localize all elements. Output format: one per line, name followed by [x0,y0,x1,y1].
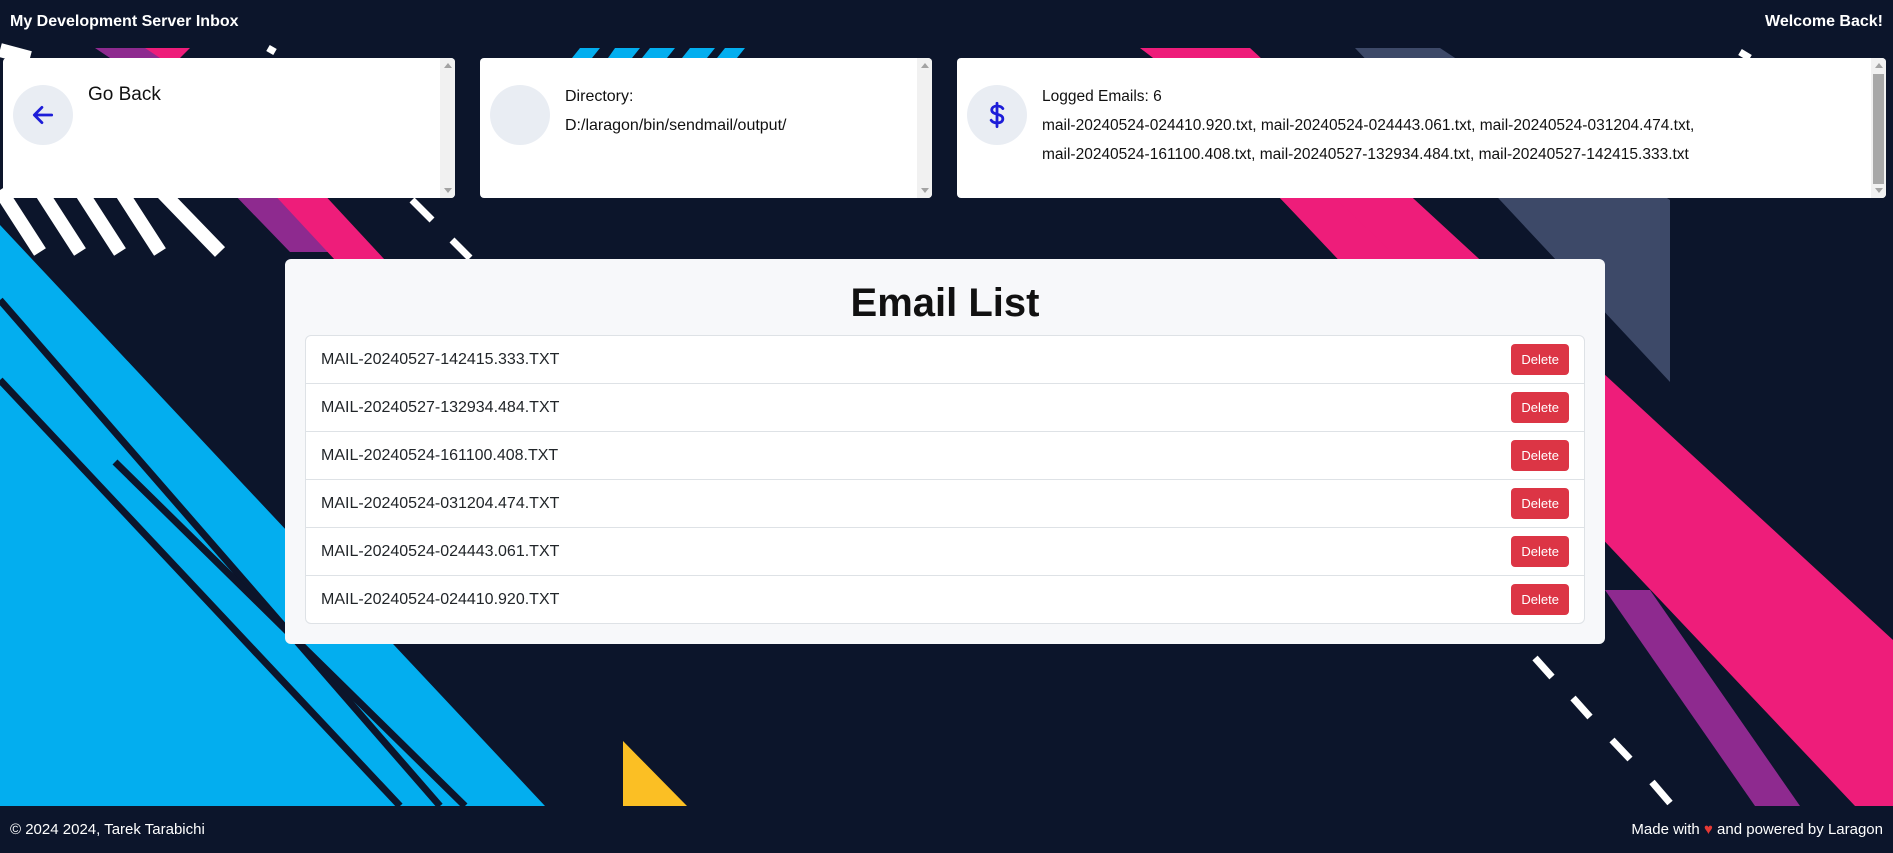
list-item[interactable]: MAIL-20240524-024410.920.TXT Delete [306,576,1584,623]
delete-button[interactable]: Delete [1511,440,1569,471]
directory-label: Directory: [565,88,634,105]
email-list-title: Email List [850,281,1040,325]
scroll-down-arrow-icon[interactable] [444,188,452,193]
list-item[interactable]: MAIL-20240524-024443.061.TXT Delete [306,528,1584,576]
card-scrollbar[interactable] [917,58,932,198]
logged-emails-files-line1: mail-20240524-024410.920.txt, mail-20240… [1042,117,1695,134]
directory-path: D:/laragon/bin/sendmail/output/ [565,117,787,134]
made-with-text: Made with [1631,821,1700,838]
email-filename[interactable]: MAIL-20240524-024410.920.TXT [321,591,559,609]
list-item[interactable]: MAIL-20240527-142415.333.TXT Delete [306,336,1584,384]
go-back-label[interactable]: Go Back [88,84,161,105]
email-list: MAIL-20240527-142415.333.TXT Delete MAIL… [305,335,1585,624]
directory-icon-circle [490,85,550,145]
email-filename[interactable]: MAIL-20240524-024443.061.TXT [321,543,559,561]
app-title: My Development Server Inbox [10,13,239,30]
list-item[interactable]: MAIL-20240524-031204.474.TXT Delete [306,480,1584,528]
email-filename[interactable]: MAIL-20240527-132934.484.TXT [321,399,559,417]
list-item[interactable]: MAIL-20240524-161100.408.TXT Delete [306,432,1584,480]
heart-icon: ♥ [1703,821,1713,838]
scroll-up-arrow-icon[interactable] [444,63,452,68]
footer: © 2024 2024, Tarek Tarabichi Made with ♥… [0,806,1893,853]
scroll-up-arrow-icon[interactable] [1875,63,1883,68]
delete-button[interactable]: Delete [1511,536,1569,567]
top-bar: My Development Server Inbox Welcome Back… [0,0,1893,44]
scrollbar-thumb[interactable] [1873,74,1884,184]
email-filename[interactable]: MAIL-20240524-031204.474.TXT [321,495,559,513]
logged-emails-card: Logged Emails: 6 mail-20240524-024410.92… [957,58,1886,198]
logged-emails-icon-circle [967,85,1027,145]
logged-emails-files-line2: mail-20240524-161100.408.txt, mail-20240… [1042,146,1689,163]
welcome-text: Welcome Back! [1765,13,1883,30]
delete-button[interactable]: Delete [1511,392,1569,423]
email-filename[interactable]: MAIL-20240524-161100.408.TXT [321,447,558,465]
delete-button[interactable]: Delete [1511,488,1569,519]
go-back-card[interactable]: Go Back [3,58,455,198]
credits: Made with ♥ and powered by Laragon [1631,821,1883,838]
email-filename[interactable]: MAIL-20240527-142415.333.TXT [321,351,559,369]
card-scrollbar[interactable] [440,58,455,198]
directory-card: Directory: D:/laragon/bin/sendmail/outpu… [480,58,932,198]
list-item[interactable]: MAIL-20240527-132934.484.TXT Delete [306,384,1584,432]
copyright-text: © 2024 2024, Tarek Tarabichi [10,821,205,838]
arrow-left-icon [32,106,54,124]
card-scrollbar[interactable] [1871,58,1886,198]
scroll-up-arrow-icon[interactable] [921,63,929,68]
go-back-icon-circle[interactable] [13,85,73,145]
delete-button[interactable]: Delete [1511,344,1569,375]
logged-emails-count: Logged Emails: 6 [1042,88,1162,105]
scroll-down-arrow-icon[interactable] [921,188,929,193]
delete-button[interactable]: Delete [1511,584,1569,615]
email-list-panel: Email List MAIL-20240527-142415.333.TXT … [285,259,1605,644]
powered-by-text: and powered by Laragon [1717,821,1883,838]
scroll-down-arrow-icon[interactable] [1875,188,1883,193]
dollar-icon [989,101,1005,129]
